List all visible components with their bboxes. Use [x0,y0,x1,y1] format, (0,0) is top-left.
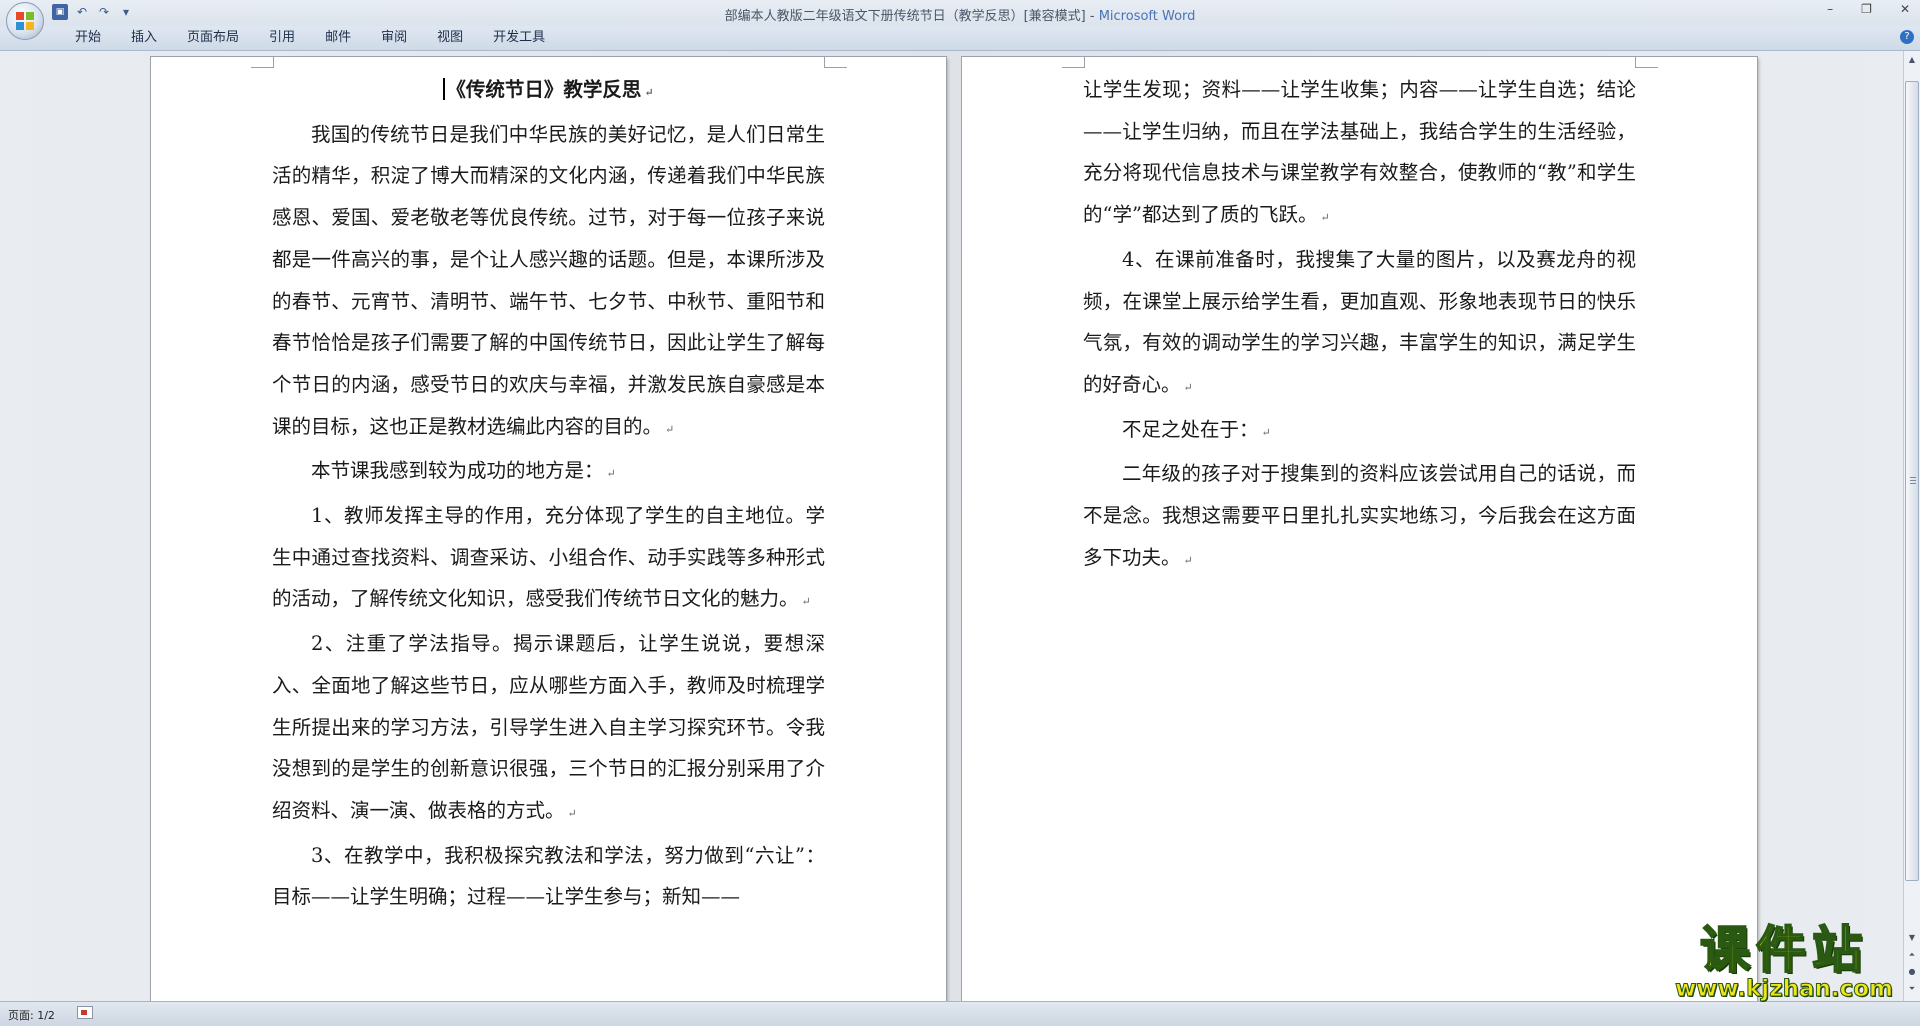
paragraph[interactable]: 1、教师发挥主导的作用，充分体现了学生的自主地位。学生中通过查找资料、调查采访、… [272,495,825,623]
paragraph-mark: ↵ [567,806,577,820]
paragraph-text: 二年级的孩子对于搜集到的资料应该尝试用自己的话说，而不是念。我想这需要平日里扎扎… [1083,462,1636,569]
vertical-scrollbar[interactable]: ▲ ▼ ⏶ ● ⏷ [1903,51,1920,1001]
watermark: 课件站 www.kjzhan.com [1668,921,1900,1005]
tab-page-layout[interactable]: 页面布局 [172,30,254,46]
paragraph-continuation[interactable]: 让学生发现；资料——让学生收集；内容——让学生自选；结论——让学生归纳，而且在学… [1083,69,1636,239]
paragraph-mark: ↵ [1261,425,1271,439]
paragraph-mark: ↵ [1183,380,1193,394]
paragraph-mark: ↵ [606,467,616,481]
paragraph[interactable]: 二年级的孩子对于搜集到的资料应该尝试用自己的话说，而不是念。我想这需要平日里扎扎… [1083,453,1636,581]
paragraph-mark: ↵ [644,86,654,99]
paragraph-text: 本节课我感到较为成功的地方是： [311,459,604,483]
tab-references[interactable]: 引用 [254,30,310,46]
page-2-body[interactable]: 让学生发现；资料——让学生收集；内容——让学生自选；结论——让学生归纳，而且在学… [1083,69,1636,581]
margin-mark [824,57,847,68]
watermark-logo: 课件站 [1699,921,1868,979]
app-name: Microsoft Word [1098,9,1196,24]
paragraph[interactable]: 本节课我感到较为成功的地方是： ↵ [272,450,825,495]
grip-icon [1910,477,1916,485]
status-bar: 页面: 1/2 [0,1001,1920,1026]
page-1-body[interactable]: 《传统节日》教学反思 ↵ 我国的传统节日是我们中华民族的美好记忆，是人们日常生活的… [272,69,825,918]
document-title[interactable]: 《传统节日》教学反思 ↵ [272,69,825,114]
next-page-icon[interactable]: ⏷ [1905,982,1919,996]
ribbon-tabs: 开始 插入 页面布局 引用 邮件 审阅 视图 开发工具 [60,30,560,46]
document-title-text: 《传统节日》教学反思 [446,78,642,101]
paragraph-mark: ↵ [1320,211,1330,225]
help-icon[interactable]: ? [1900,30,1914,44]
previous-page-icon[interactable]: ⏶ [1905,948,1919,962]
tab-view[interactable]: 视图 [422,30,478,46]
select-browse-object-icon[interactable]: ● [1905,965,1919,979]
tab-mailings[interactable]: 邮件 [310,30,366,46]
tab-review[interactable]: 审阅 [366,30,422,46]
paragraph[interactable]: 2、注重了学法指导。揭示课题后，让学生说说，要想深入、全面地了解这些节日，应从哪… [272,623,825,835]
paragraph-text: 让学生发现；资料——让学生收集；内容——让学生自选；结论——让学生归纳，而且在学… [1083,78,1636,227]
paragraph[interactable]: 不足之处在于： ↵ [1083,409,1636,454]
window-controls: – ❐ ✕ [1827,2,1910,16]
scrollbar-thumb[interactable] [1905,81,1919,881]
scroll-down-icon[interactable]: ▼ [1905,931,1919,945]
office-logo-icon [16,12,34,30]
paragraph[interactable]: 3、在教学中，我积极探究教法和学法，努力做到“六让”：目标——让学生明确；过程—… [272,835,825,918]
margin-mark [1062,57,1085,68]
paragraph-text: 4、在课前准备时，我搜集了大量的图片，以及赛龙舟的视频，在课堂上展示给学生看，更… [1083,247,1636,396]
page-1[interactable]: 《传统节日》教学反思 ↵ 我国的传统节日是我们中华民族的美好记忆，是人们日常生活的… [151,57,946,1001]
paragraph-mark: ↵ [1183,553,1193,567]
close-button[interactable]: ✕ [1900,2,1910,16]
document-name: 部编本人教版二年级语文下册传统节日（教学反思）[兼容模式] [724,9,1086,24]
macro-record-icon[interactable] [77,1006,93,1019]
paragraph-text: 2、注重了学法指导。揭示课题后，让学生说说，要想深入、全面地了解这些节日，应从哪… [272,632,825,822]
paragraph-mark: ↵ [665,422,675,436]
paragraph[interactable]: 4、在课前准备时，我搜集了大量的图片，以及赛龙舟的视频，在课堂上展示给学生看，更… [1083,239,1636,409]
ribbon: 开始 插入 页面布局 引用 邮件 审阅 视图 开发工具 ? [0,26,1920,51]
title-bar: ▣ ↶ ↷ ▾ 部编本人教版二年级语文下册传统节日（教学反思）[兼容模式] - … [0,0,1920,40]
tab-developer[interactable]: 开发工具 [478,30,560,46]
paragraph-mark: ↵ [801,595,811,609]
maximize-button[interactable]: ❐ [1861,2,1872,16]
scroll-up-icon[interactable]: ▲ [1905,53,1919,67]
paragraph-text: 不足之处在于： [1122,417,1259,441]
window-title: 部编本人教版二年级语文下册传统节日（教学反思）[兼容模式] - Microsof… [0,5,1920,24]
paragraph[interactable]: 我国的传统节日是我们中华民族的美好记忆，是人们日常生活的精华，积淀了博大而精深的… [272,114,825,451]
margin-mark [251,57,274,68]
paragraph-text: 我国的传统节日是我们中华民族的美好记忆，是人们日常生活的精华，积淀了博大而精深的… [272,122,825,438]
office-button[interactable] [6,2,44,40]
page-indicator[interactable]: 页面: 1/2 [8,1007,55,1023]
paragraph-text: 3、在教学中，我积极探究教法和学法，努力做到“六让”：目标——让学生明确；过程—… [272,843,825,909]
tab-insert[interactable]: 插入 [116,30,172,46]
title-separator: - [1085,9,1099,24]
paragraph-text: 1、教师发挥主导的作用，充分体现了学生的自主地位。学生中通过查找资料、调查采访、… [272,504,825,611]
margin-mark [1635,57,1658,68]
tab-home[interactable]: 开始 [60,30,116,46]
document-workspace[interactable]: 《传统节日》教学反思 ↵ 我国的传统节日是我们中华民族的美好记忆，是人们日常生活的… [0,51,1903,1001]
page-2[interactable]: 让学生发现；资料——让学生收集；内容——让学生自选；结论——让学生归纳，而且在学… [962,57,1757,1001]
minimize-button[interactable]: – [1827,2,1833,16]
watermark-url: www.kjzhan.com [1675,976,1894,1002]
